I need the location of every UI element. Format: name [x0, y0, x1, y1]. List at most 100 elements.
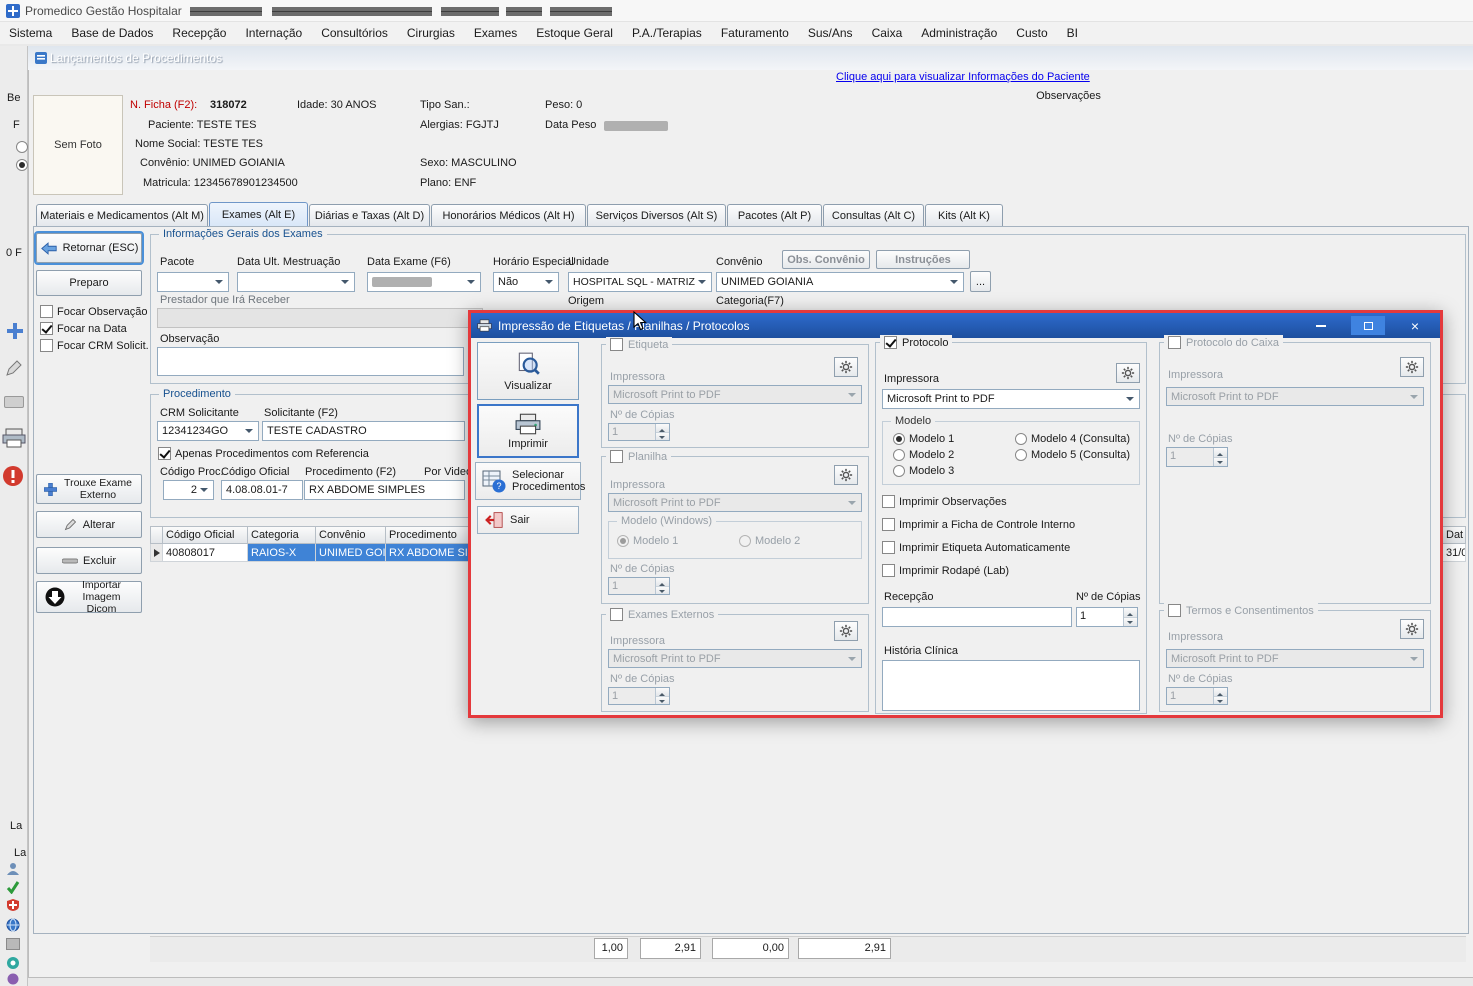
- focar-observacao-checkbox[interactable]: [40, 305, 53, 318]
- exames-externos-printer-settings-button[interactable]: [834, 621, 858, 641]
- apenas-referencia-checkbox[interactable]: [158, 447, 171, 460]
- menu-recepcao[interactable]: Recepção: [172, 26, 226, 40]
- redacted-text: [190, 7, 262, 16]
- importar-dicom-label: Importar Imagem Dicom: [70, 579, 134, 615]
- termos-checkbox[interactable]: [1168, 604, 1181, 617]
- tab-materiais-medicamentos[interactable]: Materiais e Medicamentos (Alt M): [36, 204, 208, 226]
- patient-info-link[interactable]: Clique aqui para visualizar Informações …: [836, 71, 1090, 84]
- menu-sistema[interactable]: Sistema: [9, 26, 52, 40]
- sair-button[interactable]: Sair: [477, 506, 579, 534]
- protocolo-checkbox[interactable]: [884, 336, 897, 349]
- visualizar-button[interactable]: Visualizar: [477, 342, 579, 400]
- tab-kits[interactable]: Kits (Alt K): [925, 204, 1003, 226]
- gear-icon: [1405, 360, 1419, 374]
- trouxe-exame-button[interactable]: Trouxe Exame Externo: [36, 474, 142, 504]
- menubar: Sistema Base de Dados Recepção Internaçã…: [0, 22, 1473, 44]
- selecionar-procedimentos-button[interactable]: ? Selecionar Procedimentos: [475, 462, 581, 500]
- window-title: Lançamentos de Procedimentos: [50, 51, 222, 65]
- grid-header-codigo[interactable]: Código Oficial: [163, 526, 248, 544]
- grid-cell-categoria[interactable]: RAIOS-X: [248, 544, 316, 562]
- unidade-dropdown[interactable]: HOSPITAL SQL - MATRIZ: [568, 272, 712, 292]
- etiqueta-printer-settings-button[interactable]: [834, 357, 858, 377]
- procedimento-field[interactable]: RX ABDOME SIMPLES: [304, 480, 465, 500]
- imprimir-observacoes-checkbox[interactable]: [882, 495, 895, 508]
- menu-pa-terapias[interactable]: P.A./Terapias: [632, 26, 702, 40]
- window-icon: [34, 51, 48, 65]
- alterar-button[interactable]: Alterar: [36, 511, 142, 538]
- grid-header-categoria[interactable]: Categoria: [248, 526, 316, 544]
- protocolo-modelo3-radio[interactable]: [893, 465, 905, 477]
- protocolo-modelo4-radio[interactable]: [1015, 433, 1027, 445]
- grid-header-data[interactable]: Dat: [1443, 526, 1466, 544]
- menu-faturamento[interactable]: Faturamento: [721, 26, 789, 40]
- maximize-button[interactable]: [1351, 316, 1385, 335]
- tab-servicos-diversos[interactable]: Serviços Diversos (Alt S): [587, 204, 726, 226]
- tab-diarias-taxas[interactable]: Diárias e Taxas (Alt D): [309, 204, 430, 226]
- protocolo-caixa-checkbox[interactable]: [1168, 336, 1181, 349]
- minimize-button[interactable]: [1304, 316, 1338, 335]
- print-dialog-title: Impressão de Etiquetas / Planilhas / Pro…: [498, 319, 749, 333]
- horario-value: Não: [498, 276, 518, 288]
- menu-caixa[interactable]: Caixa: [872, 26, 903, 40]
- focar-crm-checkbox[interactable]: [40, 339, 53, 352]
- tab-honorarios-medicos[interactable]: Honorários Médicos (Alt H): [431, 204, 586, 226]
- protocolo-copias-spinner[interactable]: 1: [1076, 607, 1138, 627]
- data-exame-dropdown[interactable]: [367, 272, 481, 292]
- tab-pacotes[interactable]: Pacotes (Alt P): [727, 204, 822, 226]
- menu-sus-ans[interactable]: Sus/Ans: [808, 26, 853, 40]
- imprimir-rodape-checkbox[interactable]: [882, 564, 895, 577]
- redacted-text: [272, 7, 432, 16]
- importar-dicom-button[interactable]: Importar Imagem Dicom: [36, 581, 142, 613]
- protocolo-modelo2-radio[interactable]: [893, 449, 905, 461]
- protocolo-caixa-printer-settings-button[interactable]: [1400, 357, 1424, 377]
- codigo-proc-dropdown[interactable]: 2: [163, 480, 214, 500]
- pacote-dropdown[interactable]: [157, 272, 229, 292]
- menu-exames[interactable]: Exames: [474, 26, 517, 40]
- observacao-field[interactable]: [157, 347, 464, 376]
- menu-administracao[interactable]: Administração: [921, 26, 997, 40]
- solicitante-field[interactable]: TESTE CADASTRO: [262, 421, 465, 441]
- convenio-more-button[interactable]: ...: [970, 271, 991, 292]
- crm-solicitante-dropdown[interactable]: 12341234GO: [157, 421, 259, 441]
- data-ult-dropdown[interactable]: [237, 272, 355, 292]
- tab-consultas[interactable]: Consultas (Alt C): [823, 204, 924, 226]
- historia-clinica-textarea[interactable]: [882, 660, 1140, 711]
- codigo-oficial-field[interactable]: 4.08.08.01-7: [221, 480, 303, 500]
- recepcao-input[interactable]: [882, 607, 1072, 627]
- protocolo-printer-select[interactable]: Microsoft Print to PDF: [882, 389, 1140, 409]
- protocolo-modelo5-radio[interactable]: [1015, 449, 1027, 461]
- grid-cell-codigo[interactable]: 40808017: [163, 544, 248, 562]
- exames-externos-checkbox[interactable]: [610, 608, 623, 621]
- menu-bi[interactable]: BI: [1067, 26, 1078, 40]
- menu-internacao[interactable]: Internação: [245, 26, 302, 40]
- app-titlebar: Promedico Gestão Hospitalar: [0, 0, 1473, 22]
- instrucoes-button[interactable]: Instruções: [876, 250, 970, 269]
- menu-base-de-dados[interactable]: Base de Dados: [71, 26, 153, 40]
- grid-cell-data[interactable]: 31/0: [1443, 544, 1466, 562]
- retornar-button[interactable]: Retornar (ESC): [36, 233, 142, 263]
- convenio-dropdown[interactable]: UNIMED GOIANIA: [716, 272, 964, 292]
- menu-custo[interactable]: Custo: [1016, 26, 1047, 40]
- imprimir-ficha-checkbox[interactable]: [882, 518, 895, 531]
- focar-na-data-checkbox[interactable]: [40, 322, 53, 335]
- menu-cirurgias[interactable]: Cirurgias: [407, 26, 455, 40]
- planilha-checkbox[interactable]: [610, 450, 623, 463]
- horario-especial-dropdown[interactable]: Não: [493, 272, 559, 292]
- excluir-button[interactable]: Excluir: [36, 547, 142, 574]
- imprimir-etiqueta-auto-checkbox[interactable]: [882, 541, 895, 554]
- grid-header-convenio[interactable]: Convênio: [316, 526, 386, 544]
- menu-consultorios[interactable]: Consultórios: [321, 26, 388, 40]
- etiqueta-checkbox[interactable]: [610, 338, 623, 351]
- protocolo-modelo1-radio[interactable]: [893, 433, 905, 445]
- obs-convenio-button[interactable]: Obs. Convênio: [782, 250, 870, 269]
- planilha-printer-settings-button[interactable]: [834, 465, 858, 485]
- close-button[interactable]: ×: [1398, 316, 1432, 335]
- termos-printer-settings-button[interactable]: [1400, 619, 1424, 639]
- imprimir-button[interactable]: Imprimir: [477, 404, 579, 458]
- preparo-button[interactable]: Preparo: [36, 270, 142, 296]
- protocolo-printer-settings-button[interactable]: [1116, 363, 1140, 383]
- menu-estoque-geral[interactable]: Estoque Geral: [536, 26, 613, 40]
- grid-cell-convenio[interactable]: UNIMED GOI: [316, 544, 386, 562]
- tab-exames[interactable]: Exames (Alt E): [209, 202, 308, 226]
- total-4: 2,91: [798, 938, 891, 959]
